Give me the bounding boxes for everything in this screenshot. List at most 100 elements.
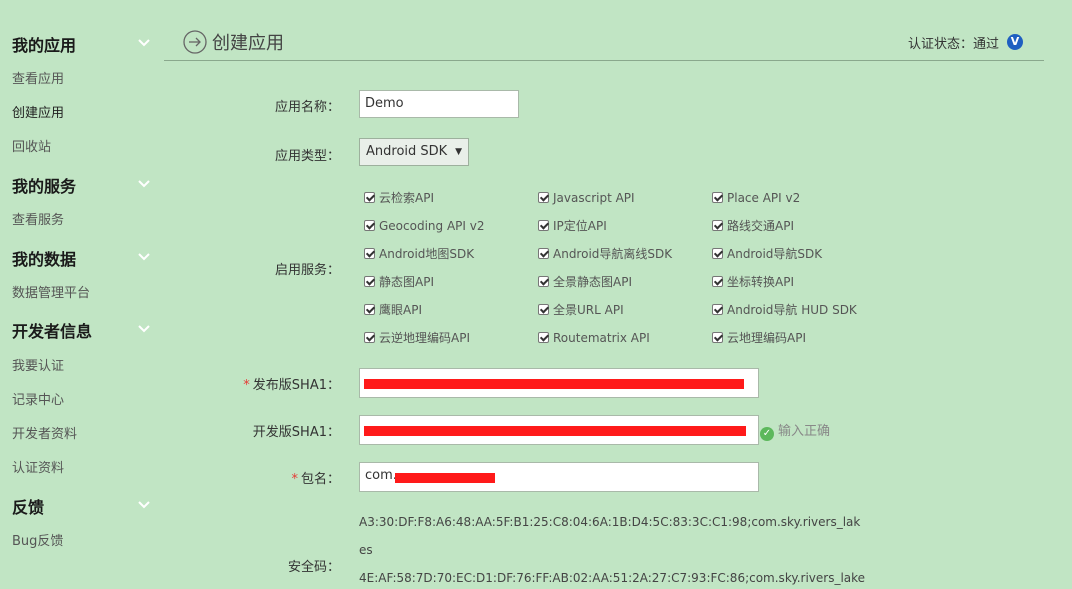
checkbox-checked-icon[interactable]: [364, 304, 375, 315]
service-label: 全景静态图API: [553, 275, 632, 289]
redaction-bar: [395, 473, 495, 483]
service-label: Android导航离线SDK: [553, 247, 673, 261]
checkbox-checked-icon[interactable]: [364, 332, 375, 343]
checkbox-checked-icon[interactable]: [364, 248, 375, 259]
service-checkbox-item[interactable]: 路线交通API: [712, 218, 794, 234]
arrow-right-circle-icon: [183, 30, 207, 54]
chevron-down-icon[interactable]: [137, 38, 151, 48]
security-code-line: A3:30:DF:F8:A6:48:AA:5F:B1:25:C8:04:6A:1…: [359, 515, 861, 529]
app-type-select[interactable]: Android SDK ▼: [359, 138, 469, 166]
sidebar-group-developer-info[interactable]: 开发者信息: [12, 318, 92, 342]
security-code-line: 4E:AF:58:7D:70:EC:D1:DF:76:FF:AB:02:AA:5…: [359, 571, 866, 585]
service-label: 全景URL API: [553, 303, 624, 317]
service-checkbox-item[interactable]: Android导航SDK: [712, 246, 822, 262]
certification-status: 认证状态：通过: [908, 37, 1000, 52]
check-circle-icon: ✓: [760, 427, 774, 441]
dev-sha1-status: ✓ 输入正确: [760, 420, 830, 441]
service-label: 云逆地理编码API: [379, 331, 470, 345]
service-label: Place API v2: [727, 191, 801, 205]
service-checkbox-item[interactable]: 全景URL API: [538, 302, 624, 318]
checkbox-checked-icon[interactable]: [538, 276, 549, 287]
verified-icon: V: [1007, 34, 1023, 50]
services-label: 启用服务：: [274, 263, 340, 278]
checkbox-checked-icon[interactable]: [364, 276, 375, 287]
service-checkbox-item[interactable]: 云检索API: [364, 190, 434, 206]
sidebar-item-data-platform[interactable]: 数据管理平台: [12, 282, 90, 301]
dev-sha1-input[interactable]: [359, 415, 759, 445]
sidebar-item-certification-docs[interactable]: 认证资料: [12, 457, 64, 476]
sidebar-item-bug-feedback[interactable]: Bug反馈: [12, 530, 63, 549]
service-checkbox-item[interactable]: Android导航离线SDK: [538, 246, 672, 262]
service-checkbox-item[interactable]: Android地图SDK: [364, 246, 474, 262]
service-checkbox-item[interactable]: Javascript API: [538, 190, 635, 206]
service-label: 鹰眼API: [379, 303, 422, 317]
checkbox-checked-icon[interactable]: [712, 248, 723, 259]
checkbox-checked-icon[interactable]: [364, 220, 375, 231]
sidebar-group-feedback[interactable]: 反馈: [12, 494, 44, 518]
service-checkbox-item[interactable]: 云地理编码API: [712, 330, 806, 346]
service-checkbox-item[interactable]: 坐标转换API: [712, 274, 794, 290]
service-label: Android导航 HUD SDK: [727, 303, 857, 317]
checkbox-checked-icon[interactable]: [712, 192, 723, 203]
chevron-down-icon[interactable]: [137, 179, 151, 189]
service-label: 云地理编码API: [727, 331, 806, 345]
sidebar-item-view-services[interactable]: 查看服务: [12, 209, 64, 228]
chevron-down-icon[interactable]: [137, 500, 151, 510]
service-checkbox-item[interactable]: Routematrix API: [538, 330, 650, 346]
checkbox-checked-icon[interactable]: [538, 192, 549, 203]
checkbox-checked-icon[interactable]: [364, 192, 375, 203]
app-type-value: Android SDK: [366, 144, 448, 159]
app-name-label: 应用名称：: [274, 100, 340, 115]
security-code-label: 安全码：: [287, 560, 340, 575]
release-sha1-label: * 发布版SHA1：: [243, 378, 340, 393]
sidebar-item-certify[interactable]: 我要认证: [12, 355, 64, 374]
service-label: Geocoding API v2: [379, 219, 485, 233]
checkbox-checked-icon[interactable]: [712, 276, 723, 287]
sidebar-item-records[interactable]: 记录中心: [12, 389, 64, 408]
service-checkbox-item[interactable]: IP定位API: [538, 218, 607, 234]
service-checkbox-item[interactable]: Android导航 HUD SDK: [712, 302, 857, 318]
dev-sha1-label: 开发版SHA1：: [252, 425, 340, 440]
service-label: 路线交通API: [727, 219, 794, 233]
sidebar-item-create-app[interactable]: 创建应用: [12, 102, 64, 121]
package-value: com.: [365, 468, 397, 483]
dropdown-arrow-icon: ▼: [455, 147, 462, 157]
service-label: IP定位API: [553, 219, 607, 233]
app-name-input[interactable]: Demo: [359, 90, 519, 118]
sidebar-item-developer-profile[interactable]: 开发者资料: [12, 423, 77, 442]
sidebar-group-my-apps[interactable]: 我的应用: [12, 32, 76, 56]
checkbox-checked-icon[interactable]: [538, 304, 549, 315]
sidebar: 我的应用 查看应用 创建应用 回收站 我的服务 查看服务 我的数据 数据管理平台…: [0, 0, 160, 589]
package-label: * 包名：: [291, 472, 340, 487]
checkbox-checked-icon[interactable]: [538, 332, 549, 343]
service-label: 坐标转换API: [727, 275, 794, 289]
sidebar-group-my-data[interactable]: 我的数据: [12, 246, 76, 270]
service-checkbox-item[interactable]: 云逆地理编码API: [364, 330, 470, 346]
checkbox-checked-icon[interactable]: [712, 304, 723, 315]
page-title: 创建应用: [212, 33, 284, 54]
sidebar-group-my-services[interactable]: 我的服务: [12, 173, 76, 197]
service-checkbox-item[interactable]: 静态图API: [364, 274, 434, 290]
checkbox-checked-icon[interactable]: [538, 248, 549, 259]
chevron-down-icon[interactable]: [137, 324, 151, 334]
release-sha1-input[interactable]: [359, 368, 759, 398]
redaction-bar: [364, 379, 744, 389]
checkbox-checked-icon[interactable]: [538, 220, 549, 231]
service-label: Android地图SDK: [379, 247, 475, 261]
sidebar-item-recycle-bin[interactable]: 回收站: [12, 136, 51, 155]
header-divider: [164, 60, 1044, 61]
chevron-down-icon[interactable]: [137, 252, 151, 262]
required-mark: *: [243, 378, 250, 393]
package-input[interactable]: com.: [359, 462, 759, 492]
service-checkbox-item[interactable]: 全景静态图API: [538, 274, 632, 290]
service-checkbox-item[interactable]: Geocoding API v2: [364, 218, 485, 234]
checkbox-checked-icon[interactable]: [712, 220, 723, 231]
service-label: Javascript API: [553, 191, 635, 205]
service-checkbox-item[interactable]: 鹰眼API: [364, 302, 422, 318]
sidebar-item-view-apps[interactable]: 查看应用: [12, 68, 64, 87]
service-label: 静态图API: [379, 275, 434, 289]
required-mark: *: [291, 472, 298, 487]
checkbox-checked-icon[interactable]: [712, 332, 723, 343]
service-label: Android导航SDK: [727, 247, 823, 261]
service-checkbox-item[interactable]: Place API v2: [712, 190, 800, 206]
